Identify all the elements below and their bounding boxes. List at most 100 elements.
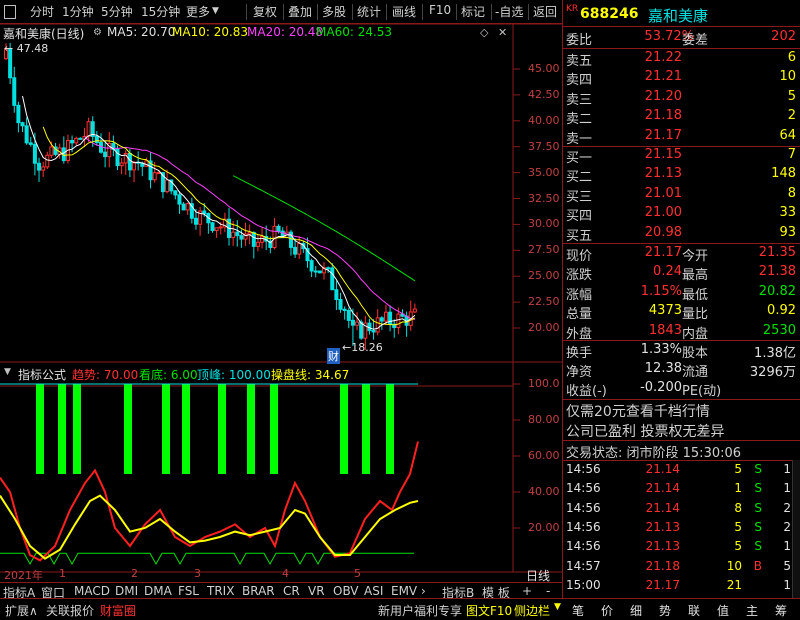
- chevron-down-icon[interactable]: ▼: [4, 367, 11, 377]
- tab-asi[interactable]: ASI: [364, 584, 383, 598]
- f10-button[interactable]: F10: [429, 3, 451, 17]
- quick-panel-button[interactable]: 势: [659, 602, 671, 619]
- earnings-event-badge[interactable]: 财: [327, 348, 340, 364]
- trades-scrollbar[interactable]: [792, 460, 800, 598]
- close-icon[interactable]: ✕: [498, 26, 507, 39]
- y-tick-label: 22.50: [528, 295, 560, 309]
- signal-bar: [73, 384, 81, 474]
- quick-panel-button[interactable]: 细: [630, 602, 642, 619]
- candle: [74, 137, 79, 144]
- ask-volume: 64: [779, 127, 796, 143]
- tab-1min[interactable]: 1分钟: [62, 3, 94, 20]
- stat-value: -0.200: [640, 380, 682, 395]
- trade-volume: 10: [726, 558, 742, 573]
- tab-macd[interactable]: MACD: [74, 584, 110, 598]
- chevron-down-icon[interactable]: ▼: [554, 602, 561, 612]
- stat-label: 今开: [682, 249, 709, 264]
- bid-volume: 7: [787, 147, 796, 162]
- trade-time: 14:56: [566, 519, 601, 534]
- diamond-icon[interactable]: ◇: [480, 26, 488, 39]
- y-tick-label: 27.50: [528, 243, 560, 257]
- tab-fsl[interactable]: FSL: [178, 584, 199, 598]
- tab-dma[interactable]: DMA: [144, 584, 172, 598]
- adjust-button[interactable]: 复权: [253, 3, 277, 20]
- stat-label: 涨幅: [566, 287, 593, 303]
- ask-row[interactable]: 卖一 21.17 64: [562, 128, 800, 148]
- ask-row[interactable]: 卖五 21.22 6: [562, 50, 800, 70]
- ask-price: 21.17: [644, 127, 682, 143]
- ask-row[interactable]: 卖二 21.18 2: [562, 108, 800, 128]
- tab-trix[interactable]: TRIX: [207, 584, 234, 598]
- bid-label: 买二: [566, 170, 593, 186]
- overlay-button[interactable]: 叠加: [288, 3, 312, 20]
- bid-row[interactable]: 买一 21.15 7: [562, 147, 800, 167]
- tab-dmi[interactable]: DMI: [115, 584, 138, 598]
- quick-panel-button[interactable]: 联: [688, 602, 700, 619]
- candle: [12, 77, 17, 106]
- ask-volume: 2: [787, 108, 796, 124]
- related-quotes-tab[interactable]: 关联报价: [46, 602, 94, 619]
- bottom-bar: 扩展∧ 关联报价 财富圈 新用户福利专享 图文F10 侧边栏 ▼ 笔价细势联值主…: [0, 598, 800, 620]
- back-button[interactable]: 返回: [533, 3, 557, 20]
- ask-row[interactable]: 卖四 21.21 10: [562, 69, 800, 89]
- wealth-circle-tab[interactable]: 财富圈: [100, 602, 136, 619]
- bid-row[interactable]: 买二 21.13 148: [562, 166, 800, 186]
- draw-line-button[interactable]: 画线: [392, 3, 416, 20]
- tab-obv[interactable]: OBV: [333, 584, 359, 598]
- indicator-name[interactable]: 指标公式: [18, 366, 66, 383]
- bid-row[interactable]: 买五 20.98 93: [562, 225, 800, 245]
- tab-emv[interactable]: EMV: [391, 584, 417, 598]
- expand-button[interactable]: 扩展∧: [5, 602, 38, 619]
- quick-panel-button[interactable]: 主: [746, 602, 758, 619]
- tab-brar[interactable]: BRAR: [242, 584, 275, 598]
- sidebar-button[interactable]: 侧边栏: [514, 602, 550, 619]
- tab-cr[interactable]: CR: [283, 584, 300, 598]
- trade-row: 15:00 21.17 21 1: [562, 578, 800, 598]
- settings-icon[interactable]: ⚙: [93, 27, 102, 38]
- candle: [375, 317, 380, 333]
- chevron-right-icon[interactable]: ›: [421, 584, 426, 598]
- signal-bar: [247, 384, 255, 474]
- add-button[interactable]: +: [522, 584, 532, 598]
- f10-graphic-button[interactable]: 图文F10: [466, 602, 512, 619]
- tab-vr[interactable]: VR: [308, 584, 325, 598]
- candle: [326, 267, 331, 270]
- tab-15min[interactable]: 15分钟: [141, 3, 180, 20]
- quick-panel-button[interactable]: 值: [717, 602, 729, 619]
- signal-bar: [270, 384, 278, 474]
- ask-label: 卖四: [566, 73, 593, 89]
- remove-button[interactable]: -: [546, 584, 550, 598]
- toolbar-menu-icon[interactable]: [4, 5, 16, 19]
- stat-value: 0.24: [653, 264, 682, 280]
- stat-label: 最低: [682, 287, 709, 303]
- stat-value: 20.82: [758, 283, 796, 299]
- tab-intraday[interactable]: 分时: [30, 3, 54, 20]
- quick-panel-button[interactable]: 笔: [572, 602, 584, 619]
- ask-label: 卖一: [566, 131, 593, 147]
- quick-panel-button[interactable]: 价: [601, 602, 613, 619]
- stat-value: 2530: [762, 322, 796, 338]
- tab-5min[interactable]: 5分钟: [101, 3, 133, 20]
- chevron-down-icon[interactable]: ▼: [212, 6, 219, 16]
- bid-row[interactable]: 买三 21.01 8: [562, 186, 800, 206]
- quick-panel-button[interactable]: 筹: [775, 602, 787, 619]
- ask-row[interactable]: 卖三 21.20 5: [562, 89, 800, 109]
- tab-more[interactable]: 更多: [186, 3, 210, 20]
- remove-watchlist-button[interactable]: -自选: [495, 3, 523, 20]
- ops-label: 操盘线: 34.67: [271, 368, 350, 382]
- candle: [94, 135, 99, 144]
- mark-button[interactable]: 标记: [461, 3, 485, 20]
- stats-button[interactable]: 统计: [357, 3, 381, 20]
- kline-chart[interactable]: [0, 24, 562, 598]
- trade-time: 14:57: [566, 558, 601, 573]
- candle: [260, 235, 265, 243]
- promo-depth[interactable]: 仅需20元查看千档行情: [562, 401, 800, 421]
- bid-label: 买五: [566, 228, 593, 244]
- multi-stock-button[interactable]: 多股: [322, 3, 346, 20]
- candle: [255, 241, 260, 247]
- bid-row[interactable]: 买四 21.00 33: [562, 205, 800, 225]
- candle: [177, 194, 182, 205]
- new-user-promo[interactable]: 新用户福利专享: [378, 602, 462, 619]
- candle: [317, 270, 322, 274]
- trade-count: 1: [783, 539, 791, 554]
